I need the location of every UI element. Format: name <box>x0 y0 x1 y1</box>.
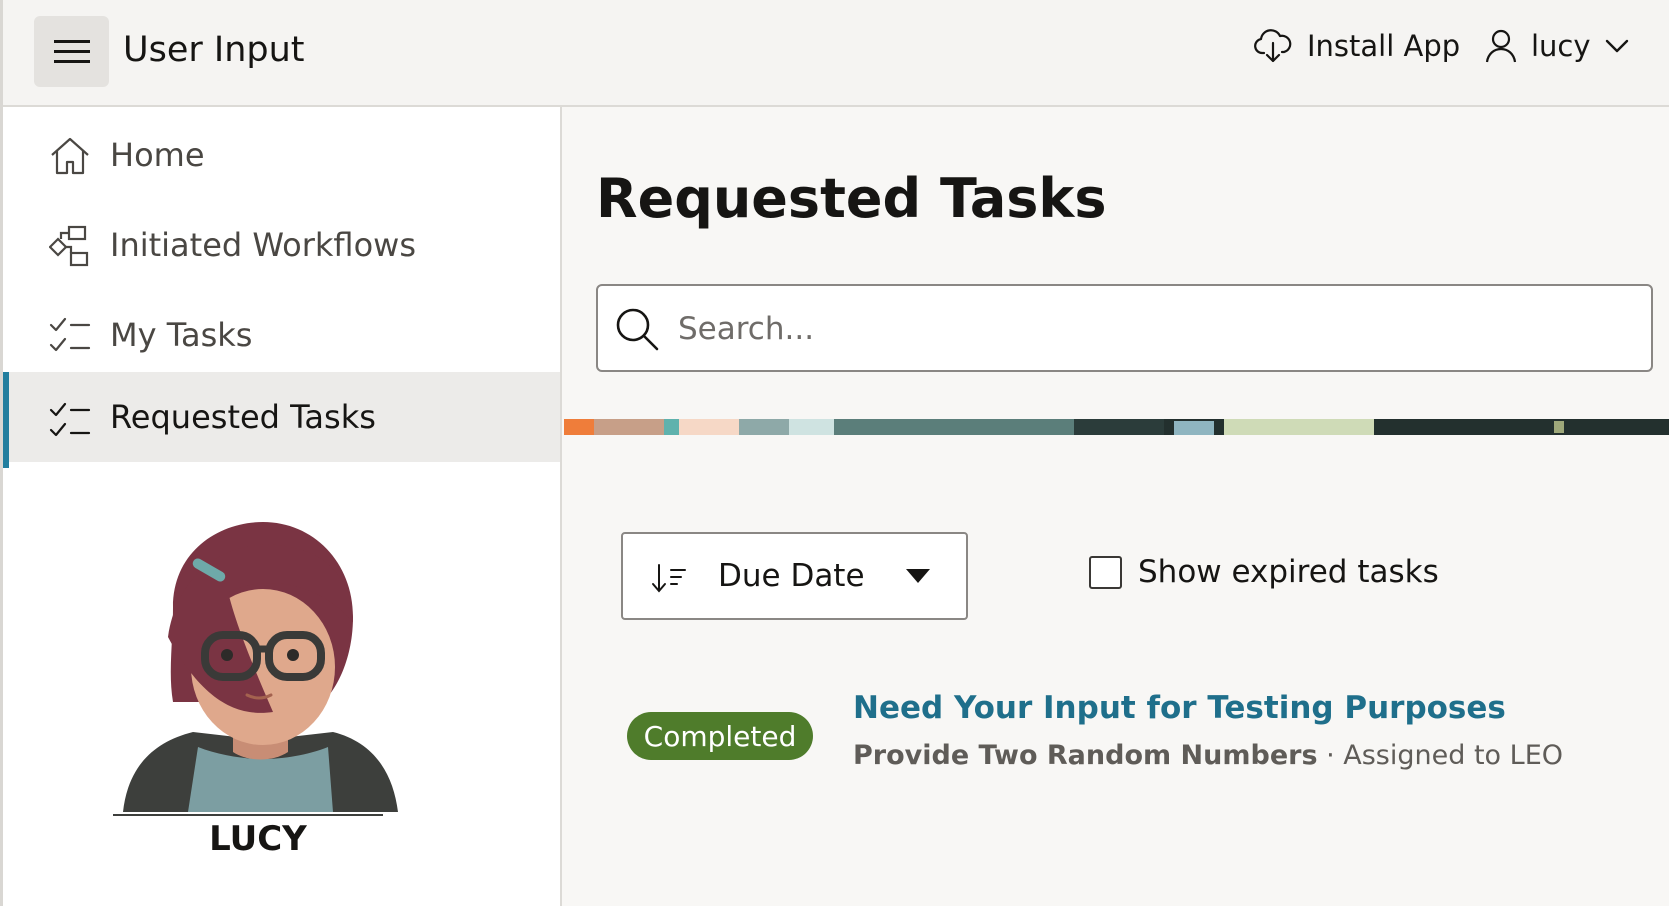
show-expired-label: Show expired tasks <box>1138 554 1439 590</box>
sidebar-item-home[interactable]: Home <box>3 107 560 203</box>
checklist-icon <box>49 402 91 437</box>
sidebar-item-label: My Tasks <box>110 316 253 354</box>
task-assignee: · Assigned to LEO <box>1326 740 1564 771</box>
chevron-down-icon <box>1605 39 1628 53</box>
install-app-button[interactable]: Install App <box>1253 28 1460 64</box>
search-input[interactable] <box>678 304 1618 354</box>
task-subtitle: Provide Two Random Numbers <box>853 740 1318 771</box>
show-expired-toggle[interactable]: Show expired tasks <box>1089 554 1439 590</box>
app-window: User Input Install App lucy Home Initiat… <box>0 0 1669 906</box>
cloud-download-icon <box>1254 29 1292 63</box>
search-icon <box>616 308 659 351</box>
user-menu-button[interactable]: lucy <box>1485 28 1629 64</box>
app-title: User Input <box>123 30 305 70</box>
sidebar-item-label: Requested Tasks <box>110 398 376 436</box>
user-name: lucy <box>1531 29 1591 63</box>
sort-dropdown[interactable]: Due Date <box>621 532 968 620</box>
decorative-banner <box>564 419 1669 435</box>
avatar-name: LUCY <box>209 819 307 859</box>
sidebar: Home Initiated Workflows My Tasks Reques… <box>3 107 562 906</box>
sidebar-item-my-tasks[interactable]: My Tasks <box>3 287 560 383</box>
search-field[interactable] <box>596 284 1653 372</box>
checklist-icon <box>49 317 91 352</box>
sort-icon <box>652 564 686 593</box>
status-badge: Completed <box>627 712 813 760</box>
avatar-illustration <box>113 522 398 816</box>
sort-value: Due Date <box>718 558 865 594</box>
sidebar-item-requested-tasks[interactable]: Requested Tasks <box>3 372 560 468</box>
workflow-icon <box>49 225 89 267</box>
sidebar-item-initiated-workflows[interactable]: Initiated Workflows <box>3 197 560 293</box>
hamburger-menu-button[interactable] <box>34 16 109 87</box>
install-app-label: Install App <box>1307 29 1461 63</box>
hamburger-icon <box>53 39 90 63</box>
sidebar-item-label: Initiated Workflows <box>110 226 416 264</box>
main-content: Requested Tasks Search... Due Date Show … <box>564 107 1669 906</box>
home-icon <box>51 137 89 175</box>
task-list-item: Completed Need Your Input for Testing Pu… <box>627 690 1667 780</box>
sidebar-item-label: Home <box>110 136 205 174</box>
user-icon <box>1485 29 1517 63</box>
app-header: User Input Install App lucy <box>3 0 1669 107</box>
show-expired-checkbox[interactable] <box>1089 555 1122 589</box>
page-title: Requested Tasks <box>596 167 1107 230</box>
caret-down-icon <box>906 569 930 583</box>
task-meta: Provide Two Random Numbers · Assigned to… <box>853 740 1563 771</box>
task-title-link[interactable]: Need Your Input for Testing Purposes <box>853 690 1506 726</box>
